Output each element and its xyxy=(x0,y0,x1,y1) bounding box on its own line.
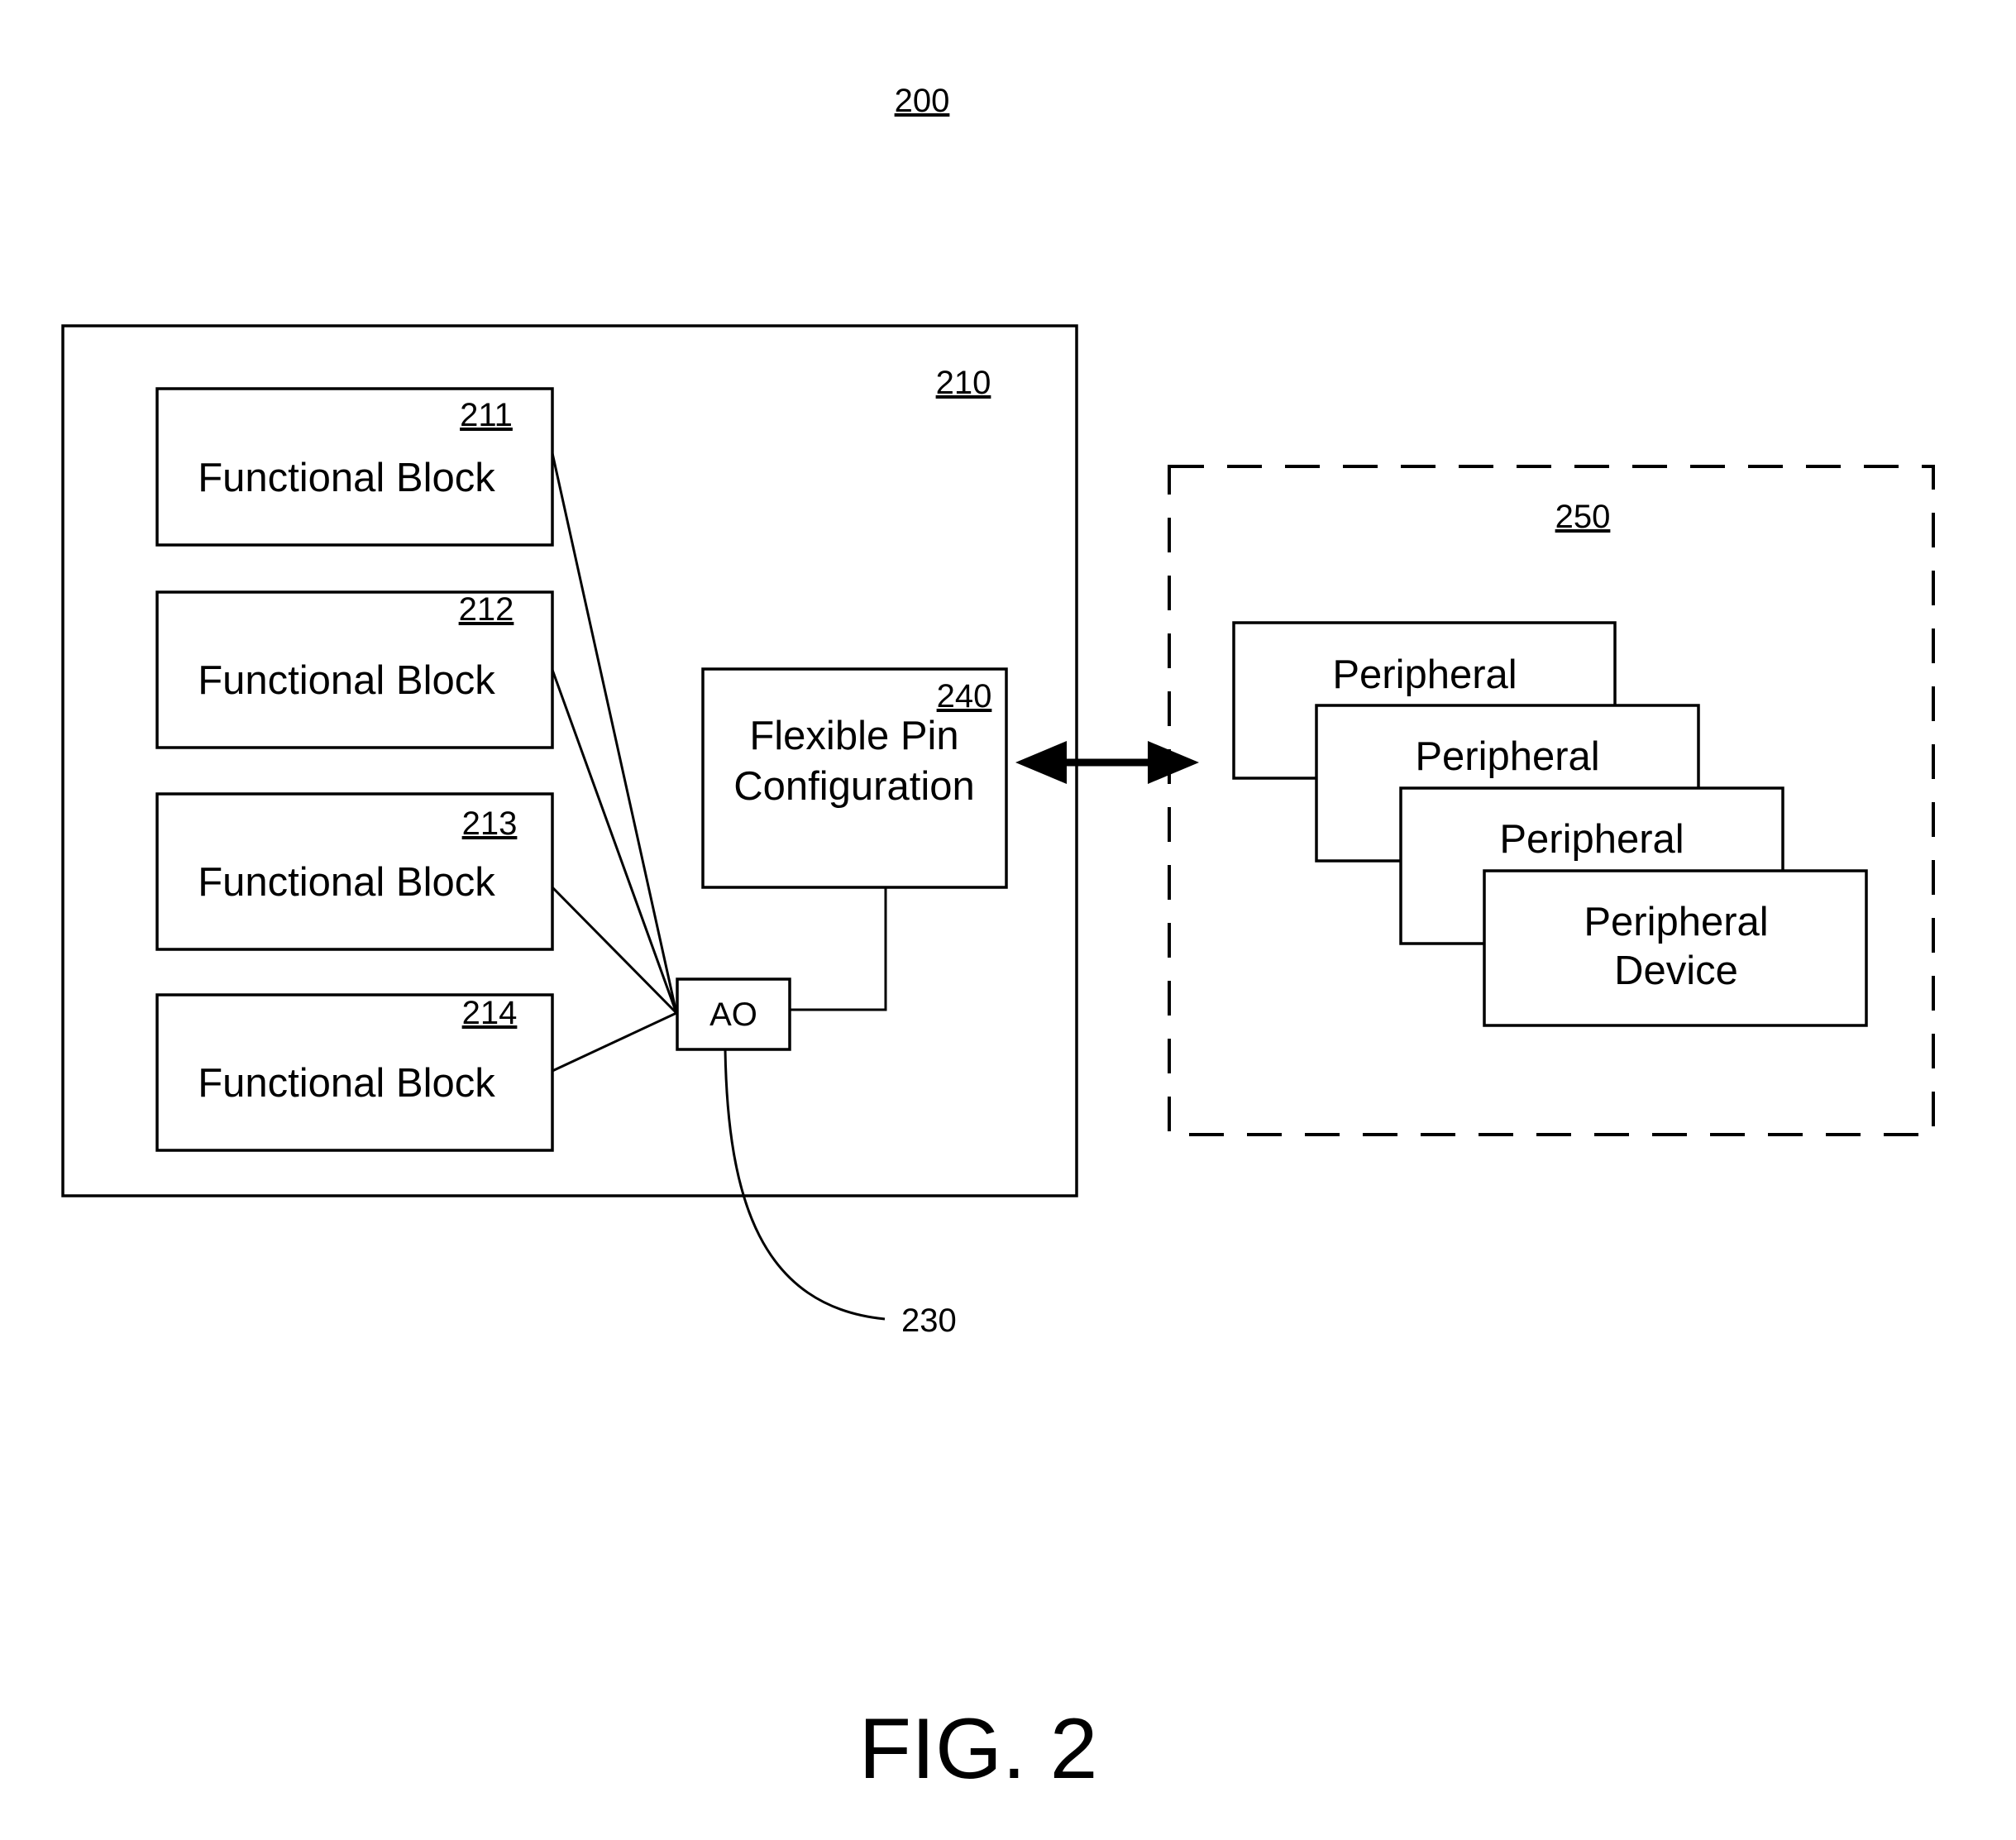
pin-config-ref: 240 xyxy=(937,678,992,714)
figure-caption: FIG. 2 xyxy=(859,1701,1098,1797)
functional-block-213: 213 Functional Block xyxy=(155,792,554,951)
functional-block-label: Functional Block xyxy=(198,860,495,905)
functional-block-211: 211 Functional Block xyxy=(155,387,554,547)
functional-block-214: 214 Functional Block xyxy=(155,993,554,1152)
ao-label: AO xyxy=(709,996,757,1033)
functional-block-label: Functional Block xyxy=(198,658,495,703)
peripheral-device-label-line1: Peripheral xyxy=(1584,900,1768,944)
ao-ref-230: 230 xyxy=(901,1302,957,1339)
functional-block-ref: 212 xyxy=(459,591,514,628)
peripheral-device: Peripheral Device xyxy=(1483,869,1868,1027)
pin-config-label-line2: Configuration xyxy=(733,764,974,809)
peripheral-label: Peripheral xyxy=(1332,652,1517,697)
peripheral-device-label-line2: Device xyxy=(1614,949,1738,993)
device-ref-210: 210 xyxy=(936,365,991,401)
functional-block-ref: 213 xyxy=(462,805,518,842)
peripheral-label: Peripheral xyxy=(1499,817,1684,862)
arrow-head-right-icon xyxy=(1148,741,1199,784)
peripheral-group-ref-250: 250 xyxy=(1555,499,1611,535)
functional-block-label: Functional Block xyxy=(198,1061,495,1106)
functional-block-ref: 214 xyxy=(462,995,518,1031)
pin-config-box-240: 240 Flexible Pin Configuration xyxy=(701,667,1008,889)
functional-block-ref: 211 xyxy=(460,397,513,433)
ao-box: AO xyxy=(676,977,791,1051)
functional-block-label: Functional Block xyxy=(198,456,495,500)
figure-ref-200: 200 xyxy=(895,83,950,119)
patent-figure-diagram: 200 210 211 Functional Block 212 Functio… xyxy=(61,83,1935,1797)
functional-block-212: 212 Functional Block xyxy=(155,590,554,749)
pin-config-label-line1: Flexible Pin xyxy=(749,714,958,758)
peripheral-label: Peripheral xyxy=(1415,734,1599,779)
